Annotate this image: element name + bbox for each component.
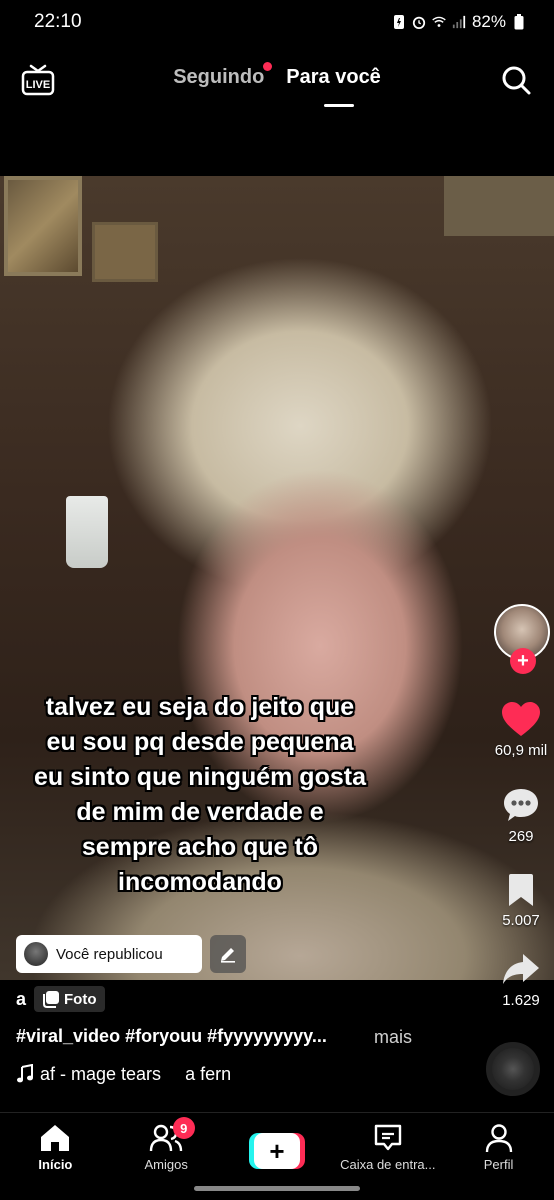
photo-mode-chip[interactable]: Foto [34,986,105,1012]
heart-icon [502,702,540,736]
repost-avatar [24,942,48,966]
caption-line: eu sou pq desde pequena [46,728,354,756]
bookmark-icon [509,874,533,906]
tab-for-you-label: Para você [286,66,381,88]
battery-percent: 82% [471,12,506,31]
share-button[interactable]: 1.629 [488,950,554,1009]
bookmark-button[interactable]: 5.007 [488,872,554,929]
battery-saver-icon [393,15,404,29]
follow-button[interactable]: + [510,648,536,674]
signal-icon [452,15,466,29]
background-cup [66,496,108,568]
photo-label: Foto [64,990,97,1008]
nav-profile[interactable]: Perfil [443,1113,554,1178]
bookmark-count: 5.007 [502,912,540,929]
caption-line: incomodando [118,868,282,896]
author-name[interactable]: a [16,989,26,1010]
home-indicator[interactable] [194,1186,360,1191]
background-wall [444,176,554,236]
music-title: af - mage tears [40,1064,162,1084]
music-row[interactable]: af - mage tears a fern [16,1064,231,1085]
like-count: 60,9 mil [494,742,548,759]
like-button[interactable]: 60,9 mil [488,700,554,759]
nav-profile-label: Perfil [483,1157,514,1172]
photo-stack-icon [43,991,60,1008]
edit-repost-button[interactable] [210,935,246,973]
create-button[interactable]: + [248,1133,305,1169]
active-tab-indicator [324,104,355,107]
nav-home-label: Início [38,1157,73,1172]
search-button[interactable] [500,64,532,96]
pencil-icon [221,948,235,963]
tab-following[interactable]: Seguindo [173,62,273,89]
nav-inbox-label: Caixa de entra... [340,1157,436,1172]
inbox-icon [374,1124,401,1151]
music-author: a fern [185,1064,232,1084]
plus-icon: + [253,1133,300,1169]
author-row: a Foto [16,986,105,1012]
wifi-icon [432,16,446,27]
caption-line: eu sinto que ninguém gosta [34,763,366,791]
tab-for-you[interactable]: Para você [286,66,381,107]
status-icons: 82% [392,12,526,32]
bottom-navigation: Início 9 Amigos + Caixa de entra... Perf… [0,1112,554,1178]
home-icon [41,1125,70,1151]
nav-inbox[interactable]: Caixa de entra... [332,1113,443,1178]
repost-label: Você republicou [56,945,163,963]
caption-line: sempre acho que tô [81,833,319,861]
comment-count: 269 [508,828,534,845]
share-icon [503,954,539,984]
status-time: 22:10 [34,11,82,32]
tab-following-label: Seguindo [173,66,265,88]
post-description[interactable]: #viral_video #foryouu #fyyyyyyyyy... [16,1026,327,1047]
profile-icon [485,1124,512,1153]
new-content-dot [263,62,273,71]
comment-button[interactable]: 269 [488,786,554,845]
comment-icon [504,789,538,821]
caption-line: talvez eu seja do jeito que [45,693,355,721]
top-navigation: LIVE Seguindo Para você [0,56,554,112]
share-count: 1.629 [502,992,540,1009]
friends-badge: 9 [172,1117,195,1139]
more-button[interactable]: mais [374,1027,412,1048]
music-note-icon [17,1064,33,1083]
background-painting [4,176,82,276]
search-icon [502,66,531,95]
battery-icon [514,14,524,30]
alarm-icon [412,16,426,29]
nav-friends-label: Amigos [144,1157,188,1172]
background-frame [92,222,158,282]
repost-chip[interactable]: Você republicou [16,935,202,973]
caption-line: de mim de verdade e [76,798,324,826]
feed-tabs: Seguindo Para você [0,62,554,107]
nav-friends[interactable]: 9 Amigos [111,1113,222,1178]
video-caption-overlay: talvez eu seja do jeito que eu sou pq de… [0,690,400,900]
nav-create[interactable]: + [222,1113,333,1178]
status-bar: 22:10 82% [0,0,554,44]
nav-home[interactable]: Início [0,1113,111,1178]
music-disc[interactable] [486,1042,540,1096]
